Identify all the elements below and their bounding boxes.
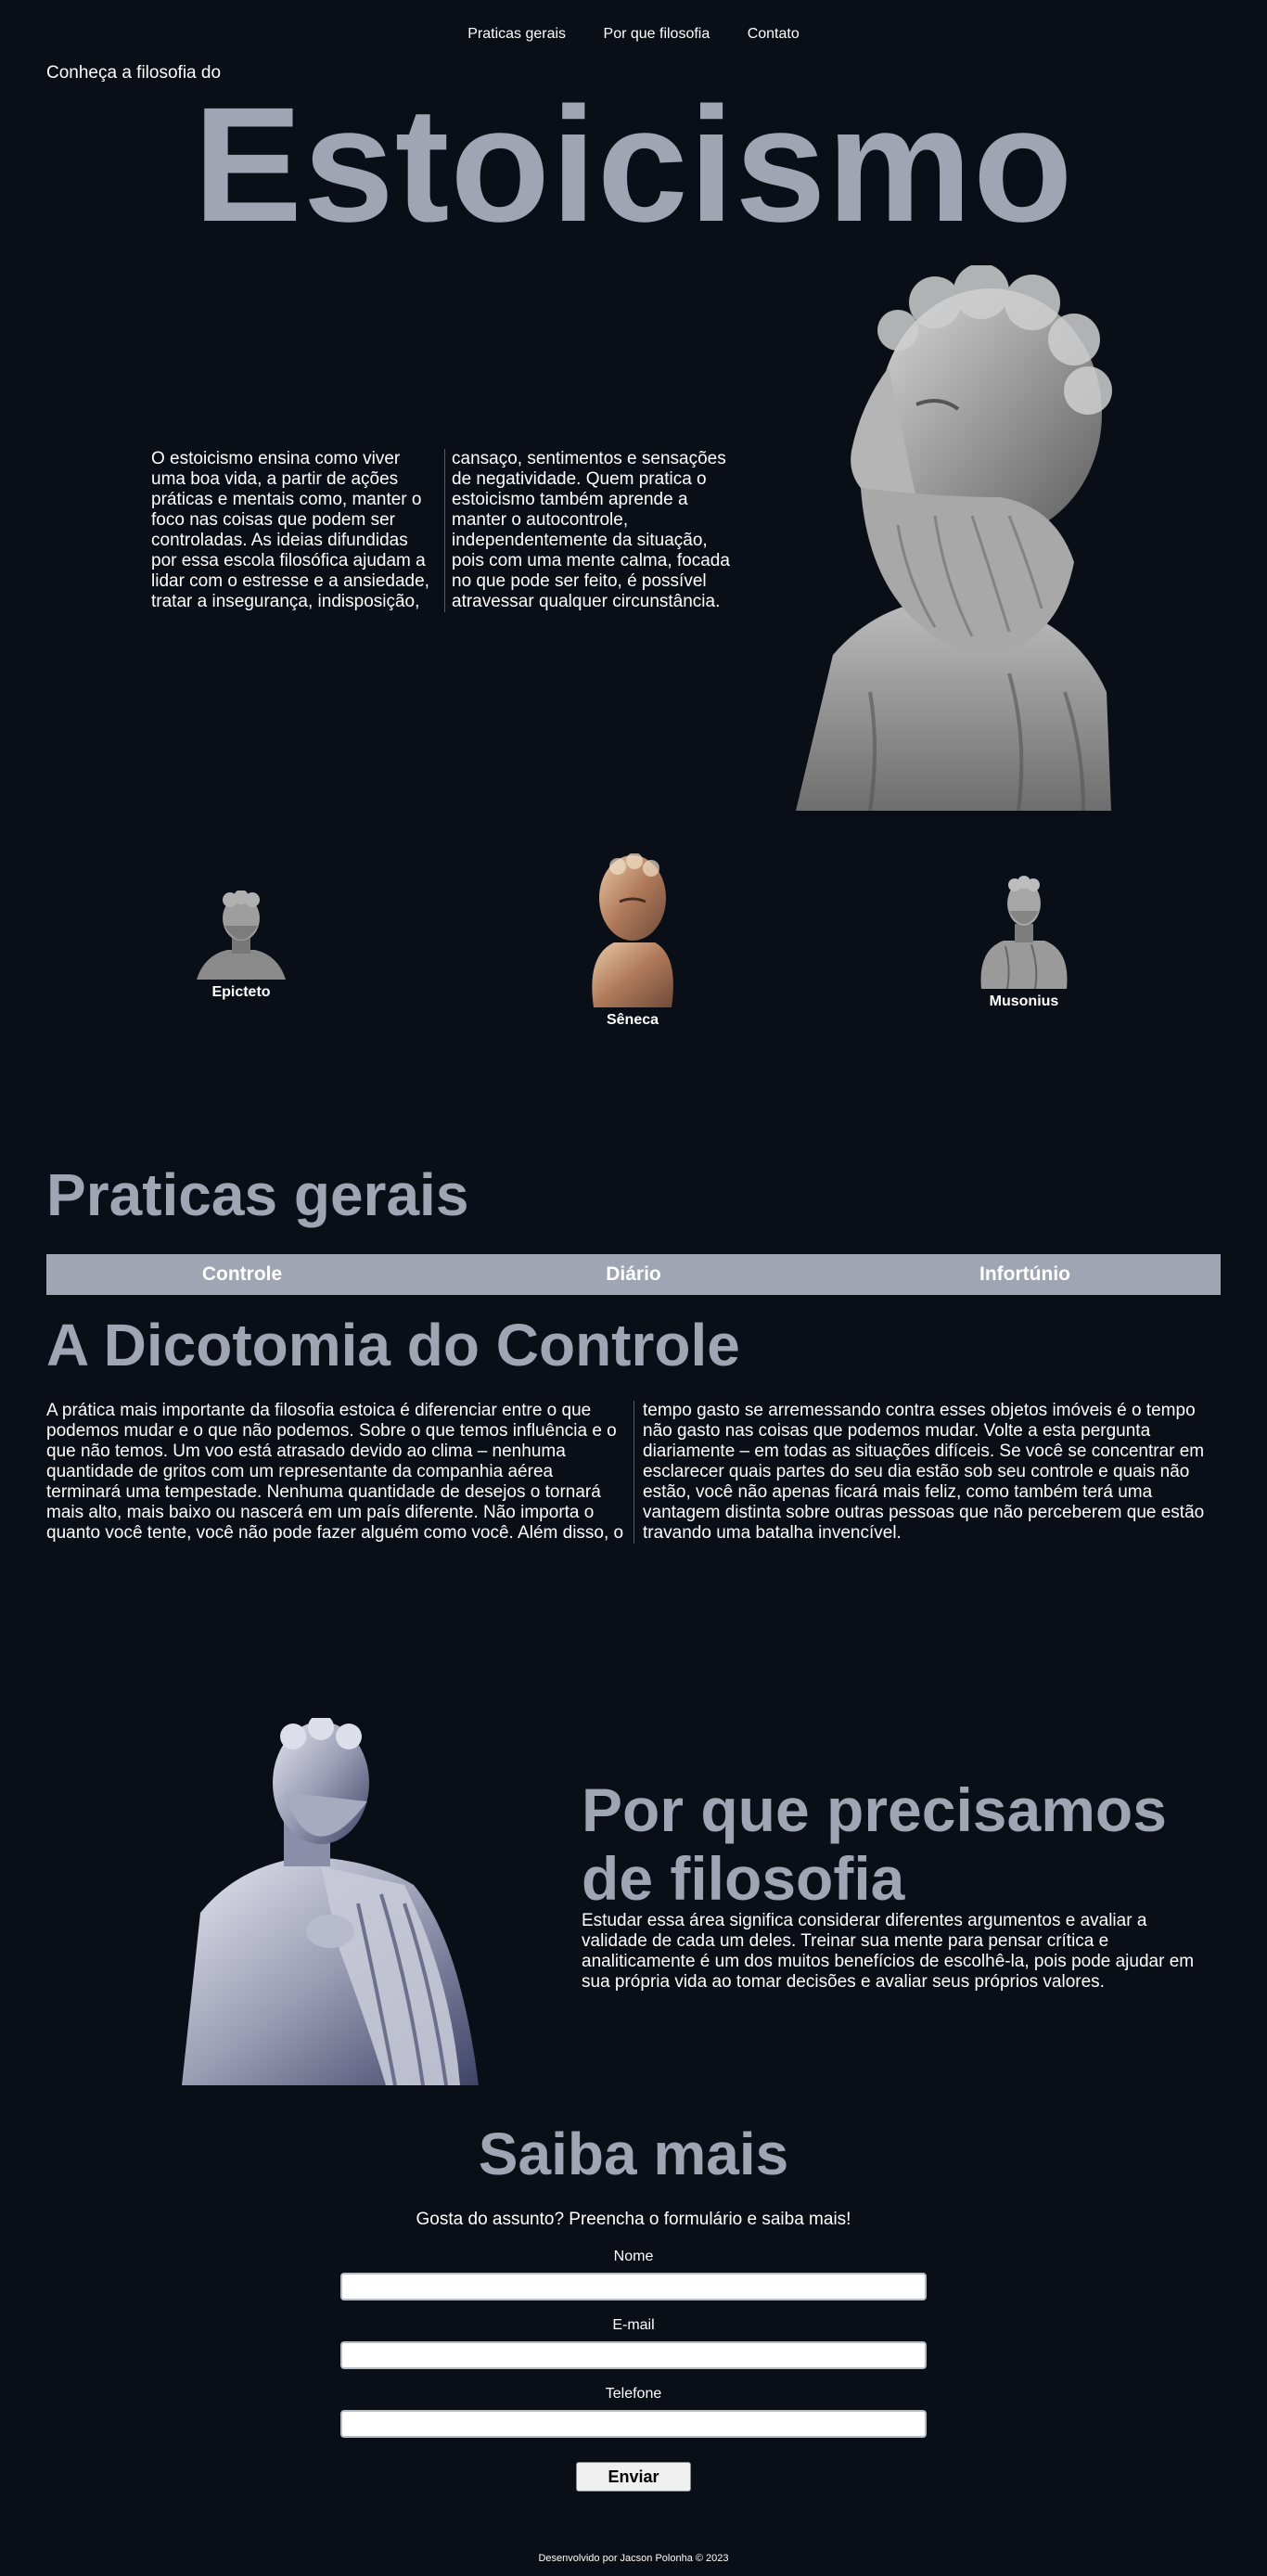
practice-subtitle: A Dicotomia do Controle — [46, 1312, 740, 1378]
email-field[interactable] — [340, 2341, 927, 2369]
philosopher-seneca: Sêneca — [586, 852, 679, 1029]
nav-link-praticas[interactable]: Praticas gerais — [467, 26, 566, 43]
footer-credit: Desenvolvido por Jacson Polonha © 2023 — [538, 2553, 729, 2564]
phone-label: Telefone — [605, 2386, 662, 2402]
email-label: E-mail — [612, 2317, 655, 2333]
name-field[interactable] — [340, 2273, 927, 2300]
practices-tabs: Controle Diário Infortúnio — [46, 1254, 1221, 1295]
hero-text: O estoicismo ensina como viver uma boa v… — [151, 449, 730, 611]
philosopher-name: Musonius — [989, 993, 1059, 1009]
philosopher-musonius: Musonius — [978, 876, 1070, 1010]
top-nav: Praticas gerais Por que filosofia Contat… — [0, 26, 1267, 43]
philosopher-statue-image — [182, 1718, 479, 2085]
philosopher-name: Epicteto — [211, 984, 271, 1000]
why-title-line1: Por que precisamos — [582, 1775, 1167, 1844]
contact-section: Saiba mais Gosta do assunto? Preencha o … — [0, 2124, 1267, 2492]
epicteto-bust-image — [197, 890, 286, 980]
submit-button[interactable]: Enviar — [576, 2462, 691, 2492]
why-title: Por que precisamos de filosofia — [582, 1775, 1249, 1913]
tab-diario[interactable]: Diário — [438, 1254, 829, 1295]
philosopher-name: Sêneca — [606, 1012, 659, 1028]
hero-title: Estoicismo — [193, 74, 1074, 256]
musonius-bust-image — [980, 876, 1068, 990]
contact-subtitle: Gosta do assunto? Preencha o formulário … — [416, 2210, 851, 2229]
why-text: Estudar essa área significa considerar d… — [582, 1911, 1195, 1992]
practices-title: Praticas gerais — [46, 1161, 469, 1228]
zeno-bust-image — [796, 265, 1112, 811]
philosopher-epicteto: Epicteto — [195, 890, 288, 1001]
nav-link-por-que-filosofia[interactable]: Por que filosofia — [604, 26, 710, 43]
practice-text: A prática mais importante da filosofia e… — [46, 1401, 1205, 1543]
contact-form: Nome E-mail Telefone Enviar — [0, 2249, 1267, 2492]
tab-controle[interactable]: Controle — [46, 1254, 438, 1295]
name-label: Nome — [613, 2249, 654, 2264]
why-title-line2: de filosofia — [582, 1844, 905, 1913]
contact-title: Saiba mais — [478, 2121, 789, 2187]
nav-link-contato[interactable]: Contato — [748, 26, 800, 43]
phone-field[interactable] — [340, 2410, 927, 2438]
seneca-bust-image — [592, 852, 673, 1007]
tab-infortunio[interactable]: Infortúnio — [829, 1254, 1221, 1295]
